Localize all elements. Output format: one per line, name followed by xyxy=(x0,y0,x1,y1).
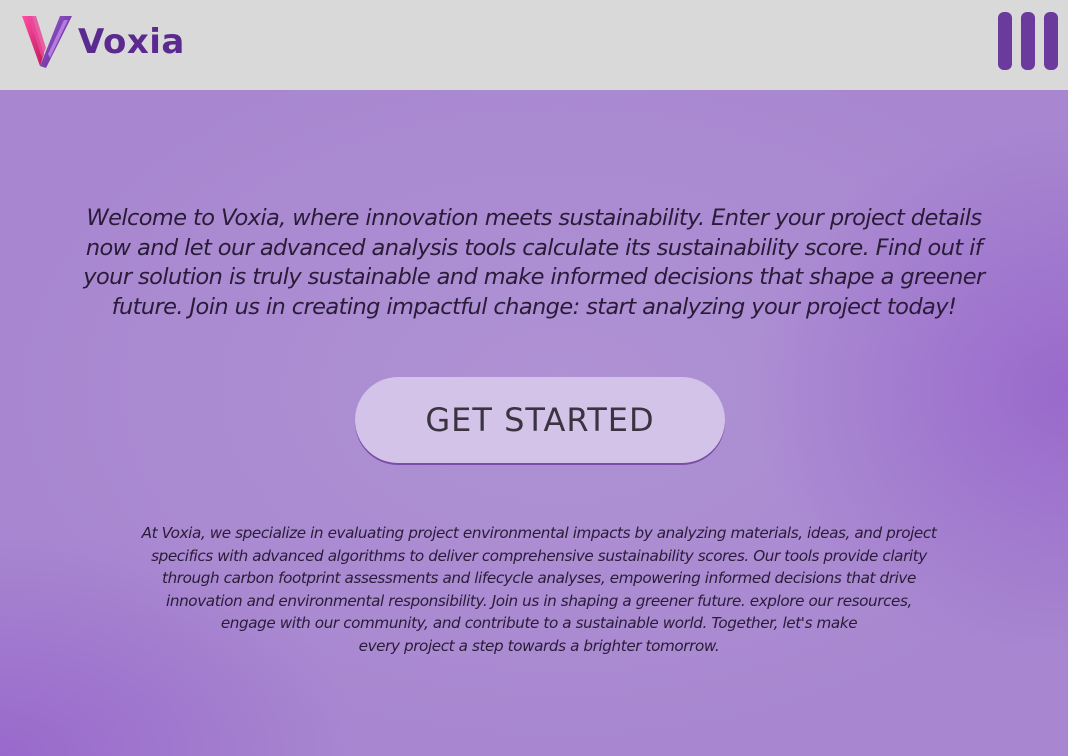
menu-bar xyxy=(998,12,1012,70)
brand-name: Voxia xyxy=(78,22,185,62)
voxia-logo[interactable]: Voxia xyxy=(20,14,185,70)
about-text: At Voxia, we specialize in evaluating pr… xyxy=(141,524,937,655)
welcome-text: Welcome to Voxia, where innovation meets… xyxy=(83,205,985,320)
hero-section: Welcome to Voxia, where innovation meets… xyxy=(0,90,1068,756)
get-started-button[interactable]: GET STARTED xyxy=(355,377,725,463)
top-header: Voxia xyxy=(0,0,1068,90)
voxia-v-logo-icon xyxy=(22,16,72,68)
menu-bar xyxy=(1021,12,1035,70)
hamburger-menu-icon[interactable] xyxy=(998,10,1058,72)
menu-bar xyxy=(1044,12,1058,70)
